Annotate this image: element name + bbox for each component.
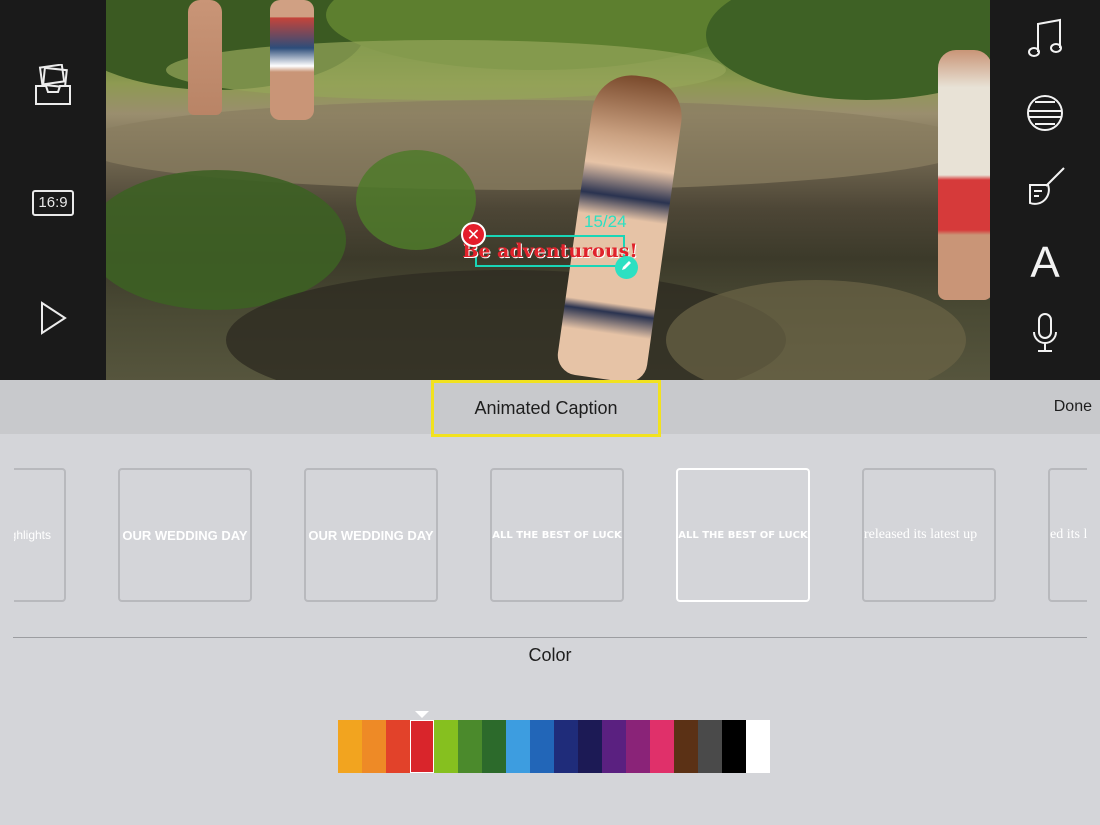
bush-center <box>356 150 476 250</box>
aspect-ratio-button[interactable]: 16:9 <box>0 188 106 218</box>
aspect-ratio-label: 16:9 <box>32 190 74 216</box>
style-tile-label: ALL THE BEST OF LUCK <box>678 529 808 541</box>
style-tile[interactable]: ALL THE BEST OF LUCK <box>490 468 624 602</box>
color-swatch[interactable] <box>746 720 770 773</box>
color-swatch[interactable] <box>722 720 746 773</box>
play-button[interactable] <box>0 300 106 340</box>
color-palette[interactable] <box>338 720 770 773</box>
style-tile-label: ALL THE BEST OF LUCK <box>492 529 622 541</box>
person-right <box>938 50 990 300</box>
play-icon <box>39 300 67 340</box>
caption-editor-screen: 16:9 15/24 Be adventurous! ✕ A Animated … <box>0 0 1100 825</box>
color-swatch[interactable] <box>626 720 650 773</box>
text-font-icon: A <box>1030 238 1060 287</box>
color-swatch[interactable] <box>434 720 458 773</box>
caption-header: Animated Caption Done <box>0 380 1100 437</box>
style-tile-label: released its latest up <box>864 527 978 542</box>
photo-inbox-icon <box>34 62 72 111</box>
style-tile[interactable]: OUR WEDDING DAY <box>304 468 438 602</box>
voiceover-button[interactable] <box>990 312 1100 358</box>
color-swatch[interactable] <box>650 720 674 773</box>
color-swatch[interactable] <box>458 720 482 773</box>
style-tile[interactable]: released its latest up <box>862 468 996 602</box>
style-tile-label: ed its l <box>1050 527 1087 542</box>
microphone-icon <box>1031 312 1059 359</box>
caption-delete-button[interactable]: ✕ <box>461 222 486 247</box>
color-swatch[interactable] <box>338 720 362 773</box>
caption-style-strip[interactable]: ighlights OUR WEDDING DAY OUR WEDDING DA… <box>14 468 1087 602</box>
color-swatch[interactable] <box>674 720 698 773</box>
edit-pencil-icon <box>620 259 633 277</box>
caption-char-count: 15/24 <box>584 212 627 231</box>
media-library-button[interactable] <box>0 62 106 112</box>
left-toolbar: 16:9 <box>0 0 106 380</box>
style-tile[interactable]: ighlights <box>14 468 66 602</box>
style-tile-label: OUR WEDDING DAY <box>122 527 248 543</box>
text-style-button[interactable]: A <box>990 240 1100 286</box>
music-note-icon <box>1027 18 1063 65</box>
style-tile-label: ighlights <box>14 528 52 542</box>
header-title: Animated Caption <box>431 380 661 437</box>
color-swatch[interactable] <box>506 720 530 773</box>
caption-resize-handle[interactable] <box>615 256 638 279</box>
music-button[interactable] <box>990 18 1100 64</box>
selected-color-marker-icon <box>415 711 429 718</box>
style-tile[interactable]: OUR WEDDING DAY <box>118 468 252 602</box>
color-swatch[interactable] <box>554 720 578 773</box>
theme-button[interactable] <box>990 92 1100 138</box>
person-left <box>188 0 222 115</box>
right-toolbar: A <box>990 0 1100 380</box>
close-icon: ✕ <box>466 225 481 244</box>
video-preview[interactable]: 15/24 Be adventurous! ✕ <box>106 0 990 380</box>
caption-text-box[interactable]: Be adventurous! <box>462 235 638 267</box>
section-divider <box>13 637 1087 638</box>
brush-icon <box>1024 165 1066 212</box>
color-swatch[interactable] <box>602 720 626 773</box>
style-tile-selected[interactable]: ALL THE BEST OF LUCK <box>676 468 810 602</box>
color-swatch[interactable] <box>578 720 602 773</box>
color-swatch[interactable] <box>362 720 386 773</box>
color-section-label: Color <box>528 645 572 665</box>
color-swatch[interactable] <box>530 720 554 773</box>
done-button[interactable]: Done <box>1054 398 1092 416</box>
color-swatch-selected[interactable] <box>410 720 434 773</box>
caption-text: Be adventurous! <box>462 240 638 262</box>
style-tile-label: OUR WEDDING DAY <box>308 527 434 543</box>
color-swatch[interactable] <box>698 720 722 773</box>
theme-icon <box>1025 92 1065 139</box>
filter-button[interactable] <box>990 165 1100 211</box>
style-tile[interactable]: ed its l <box>1048 468 1087 602</box>
color-swatch[interactable] <box>482 720 506 773</box>
person-board-shorts <box>270 0 314 120</box>
color-swatch[interactable] <box>386 720 410 773</box>
